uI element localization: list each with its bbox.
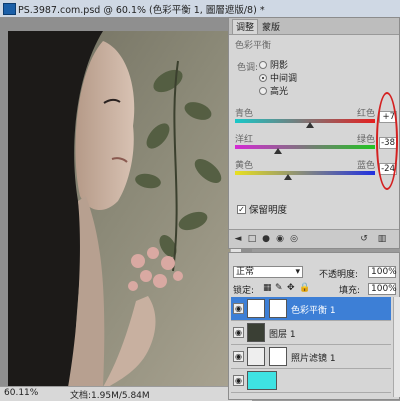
lock-transparency-icon[interactable]: ▦	[263, 283, 272, 293]
eye-icon[interactable]: ◉	[233, 303, 244, 314]
layer-name[interactable]: 照片滤镜 1	[291, 351, 336, 364]
document-titlebar: PS.3987.com.psd @ 60.1% (色彩平衡 1, 圖層遮版/8)…	[0, 0, 400, 18]
blend-mode-value: 正常	[236, 267, 255, 277]
layer-row-layer1[interactable]: ◉ 图层 1	[231, 321, 391, 345]
cyan-red-slider-thumb[interactable]	[305, 122, 314, 128]
opacity-input[interactable]: 100%	[368, 266, 397, 278]
fill-input[interactable]: 100%	[368, 283, 397, 295]
document-statusbar: 60.11% 文档:1.95M/5.84M	[0, 386, 252, 401]
view-previous-icon[interactable]: ◎	[289, 234, 299, 244]
layers-panel: 正常 ▾ 不透明度: 100% 锁定: ▦ ✎ ✥ 🔒 填充: 100% ◉ 色…	[228, 252, 400, 400]
tab-adjustments[interactable]: 调整	[232, 19, 259, 34]
photo-thumbnail	[247, 323, 265, 342]
photoshop-document-icon	[3, 3, 16, 15]
tone-option-highlights[interactable]: 高光	[259, 84, 288, 97]
layer-mask-thumbnail[interactable]	[269, 347, 287, 366]
trash-icon[interactable]: ▥	[377, 234, 387, 244]
cyan-fill-thumbnail	[247, 371, 277, 390]
slider-right-label: 红色	[356, 109, 375, 119]
eye-icon[interactable]: ◉	[233, 375, 244, 386]
radio-shadows[interactable]	[259, 60, 267, 69]
zoom-readout[interactable]: 60.11%	[4, 388, 38, 398]
eye-icon[interactable]: ◉	[233, 351, 244, 362]
layer-row-color-balance[interactable]: ◉ 色彩平衡 1	[231, 297, 391, 321]
tone-option-label: 中间调	[270, 74, 298, 84]
slider-left-label: 洋红	[235, 135, 254, 145]
adjustments-panel: 调整 蒙版 色彩平衡 色调: 阴影 中间调 高光 青色 红色 +7 洋红 绿色 …	[228, 17, 400, 249]
document-size-readout: 文档:1.95M/5.84M	[70, 391, 150, 401]
radio-highlights[interactable]	[259, 86, 267, 95]
slider-right-label: 绿色	[356, 135, 375, 145]
layer-name[interactable]: 图层 1	[269, 327, 296, 340]
preserve-luminosity-checkbox[interactable]: ✓	[237, 204, 246, 214]
reset-icon[interactable]: ↺	[359, 234, 369, 244]
slider-right-label: 蓝色	[356, 161, 375, 171]
eye-icon[interactable]: ◉	[233, 327, 244, 338]
yellow-blue-slider-thumb[interactable]	[284, 174, 293, 180]
lock-label: 锁定:	[233, 286, 255, 296]
yellow-blue-slider-track[interactable]	[235, 171, 375, 175]
layer-mask-thumbnail[interactable]	[269, 299, 287, 318]
adjustment-type-title: 色彩平衡	[235, 41, 272, 51]
expand-view-icon[interactable]: □	[247, 234, 257, 244]
radio-midtones[interactable]	[259, 73, 267, 82]
lock-image-icon[interactable]: ✎	[275, 283, 283, 293]
magenta-green-slider-track[interactable]	[235, 145, 375, 149]
document-title: PS.3987.com.psd @ 60.1% (色彩平衡 1, 圖層遮版/8)…	[18, 5, 265, 16]
tone-option-label: 阴影	[270, 61, 289, 71]
clip-layer-icon[interactable]: ●	[261, 234, 271, 244]
slider-left-label: 青色	[235, 109, 254, 119]
tone-option-shadows[interactable]: 阴影	[259, 58, 288, 71]
opacity-label: 不透明度:	[319, 270, 359, 280]
tone-option-midtones[interactable]: 中间调	[259, 71, 297, 84]
layer-name[interactable]: 色彩平衡 1	[291, 303, 336, 316]
tab-masks[interactable]: 蒙版	[259, 20, 283, 33]
tone-label: 色调:	[237, 63, 259, 73]
slider-left-label: 黄色	[235, 161, 254, 171]
layers-scrollbar[interactable]	[393, 297, 400, 397]
chevron-down-icon: ▾	[295, 267, 300, 277]
adjustment-icon	[247, 347, 265, 366]
document-canvas[interactable]	[0, 17, 252, 387]
canvas-photo	[8, 31, 236, 387]
adjustments-tabbar: 调整 蒙版	[229, 18, 399, 35]
lock-position-icon[interactable]: ✥	[287, 283, 295, 293]
preserve-luminosity-label: 保留明度	[249, 205, 288, 216]
layer-row-cyan-fill[interactable]: ◉	[231, 369, 391, 393]
magenta-green-slider-thumb[interactable]	[274, 148, 283, 154]
preserve-luminosity-option[interactable]: ✓ 保留明度	[237, 202, 287, 216]
layer-row-photo-filter[interactable]: ◉ 照片滤镜 1	[231, 345, 391, 369]
lock-all-icon[interactable]: 🔒	[299, 283, 310, 293]
adjustment-icon	[247, 299, 265, 318]
visibility-eye-icon[interactable]: ◉	[275, 234, 285, 244]
blend-row: 正常 ▾ 不透明度: 100%	[233, 266, 397, 280]
fill-label: 填充:	[339, 286, 361, 296]
tone-option-label: 高光	[270, 87, 289, 97]
lock-row: 锁定: ▦ ✎ ✥ 🔒 填充: 100%	[233, 283, 397, 296]
back-arrow-icon[interactable]: ◄	[233, 234, 243, 244]
value-highlight-annotation	[376, 92, 398, 190]
blend-mode-select[interactable]: 正常 ▾	[233, 266, 303, 278]
adjustments-toolbar: ◄ □ ● ◉ ◎ ↺ ▥	[229, 229, 399, 248]
